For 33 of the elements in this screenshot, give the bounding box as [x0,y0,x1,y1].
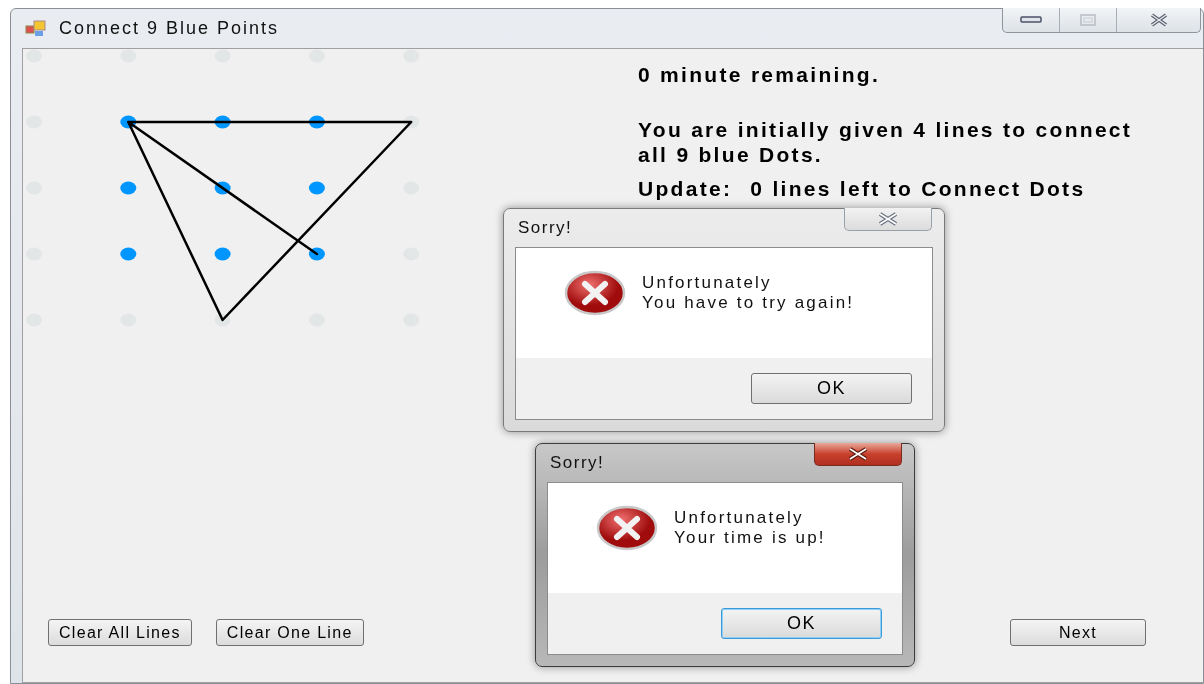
instructions-text: You are initially given 4 lines to connect all 9 blue Dots. [638,117,1134,167]
dot[interactable] [120,181,137,195]
error-icon [564,270,626,316]
close-button[interactable] [844,208,932,231]
ok-button[interactable]: OK [751,373,912,404]
error-icon [596,505,658,551]
dot[interactable] [308,181,325,195]
dialog-title: Sorry! [517,217,574,239]
app-icon [25,19,47,38]
dot[interactable] [214,115,231,129]
clear-all-lines-button[interactable]: Clear All Lines [48,619,192,646]
error-message: Unfortunately You have to try again! [642,273,855,313]
update-label: Update: [638,177,733,201]
clear-one-line-button[interactable]: Clear One Line [215,619,364,646]
close-icon [1148,13,1169,27]
next-button[interactable]: Next [1010,619,1146,646]
close-icon [846,447,870,461]
update-text: 0 lines left to Connect Dots [750,177,1086,201]
minimize-icon [1020,16,1042,24]
maximize-icon [1080,14,1096,26]
dot[interactable] [308,247,325,261]
error-message: Unfortunately Your time is up! [674,508,826,548]
dot[interactable] [214,181,231,195]
close-button[interactable] [814,443,902,466]
dot[interactable] [120,247,137,261]
dialog-title: Sorry! [549,452,606,474]
dot[interactable] [120,115,137,129]
ok-button[interactable]: OK [721,608,882,639]
time-remaining-text: 0 minute remaining. [638,63,882,87]
window-title: Connect 9 Blue Points [59,18,280,39]
dot[interactable] [308,115,325,129]
dot[interactable] [214,247,231,261]
close-icon [876,212,900,226]
